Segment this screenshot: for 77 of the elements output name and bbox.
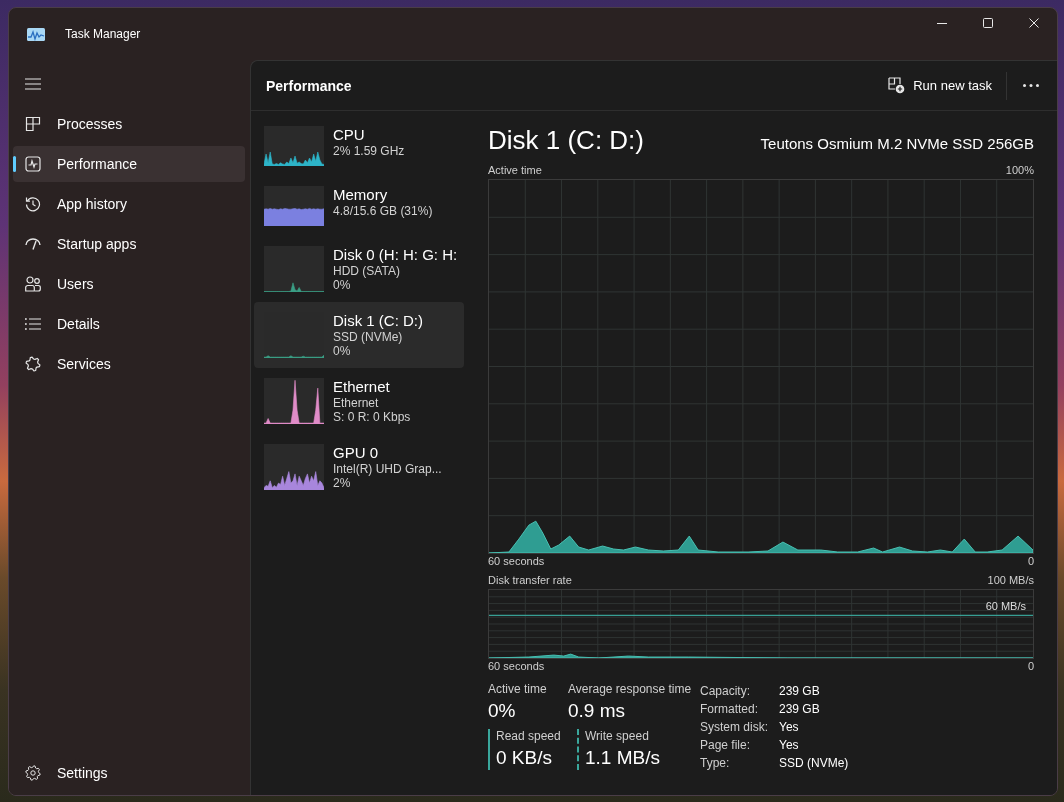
property-label: Capacity: (700, 683, 752, 700)
property-value: 239 GB (779, 683, 821, 700)
grid-icon (25, 116, 41, 132)
resource-detail: S: 0 R: 0 Kbps (333, 410, 411, 424)
speed-value: 0 KB/s (496, 746, 553, 770)
graph-label: Active time (488, 163, 542, 177)
add-window-icon (888, 77, 906, 94)
resource-item[interactable]: Disk 0 (H: H: G: H: HDD (SATA) 0% (254, 236, 464, 302)
graph-max-label: 100 MB/s (987, 573, 1034, 587)
resource-name: GPU 0 (333, 444, 379, 462)
resource-item[interactable]: GPU 0 Intel(R) UHD Grap... 2% (254, 434, 464, 500)
property-value: Yes (779, 719, 800, 736)
stat-label: Active time (488, 682, 548, 697)
settings-item[interactable]: Settings (13, 755, 245, 791)
resource-detail: 2% (333, 476, 352, 490)
stat-value: 0% (488, 699, 517, 723)
minimize-icon (937, 22, 947, 24)
users-icon (25, 276, 41, 292)
speed-label: Read speed (496, 729, 562, 744)
window-title: Task Manager (65, 27, 141, 41)
speed-label: Write speed (585, 729, 650, 744)
list-icon (25, 318, 41, 330)
resource-name: Disk 0 (H: H: G: H: (333, 246, 454, 264)
resource-item[interactable]: CPU 2% 1.59 GHz (254, 116, 464, 176)
nav-item[interactable]: Startup apps (13, 226, 245, 262)
nav-item[interactable]: Users (13, 266, 245, 302)
resource-detail: Intel(R) UHD Grap... (333, 462, 442, 476)
time-span-label: 60 seconds (488, 659, 545, 673)
disk-model: Teutons Osmium M.2 NVMe SSD 256GB (760, 135, 1034, 152)
disk-title: Disk 1 (C: D:) (488, 125, 644, 156)
property-label: Page file: (700, 737, 752, 754)
resource-name: Ethernet (333, 378, 391, 396)
property-label: Formatted: (700, 701, 760, 718)
nav-item[interactable]: App history (13, 186, 245, 222)
resource-detail: 4.8/15.6 GB (31%) (333, 204, 433, 218)
graph-max-label: 100% (1005, 163, 1034, 177)
page-title: Performance (266, 77, 352, 94)
time-span-label: 60 seconds (488, 554, 545, 568)
maximize-icon (983, 18, 993, 28)
resource-detail: 0% (333, 278, 352, 292)
history-icon (25, 196, 41, 212)
nav-item[interactable]: Processes (13, 106, 245, 142)
resource-detail: HDD (SATA) (333, 264, 401, 278)
property-label: System disk: (700, 719, 769, 736)
chart-icon (27, 27, 45, 41)
close-icon (1029, 18, 1039, 28)
property-value: 239 GB (779, 701, 821, 718)
resource-detail: 0% (333, 344, 352, 358)
cog-icon (25, 356, 41, 372)
resource-name: CPU (333, 126, 366, 144)
reference-label: 60 MB/s (985, 599, 1026, 613)
stat-value: 0.9 ms (568, 699, 627, 723)
settings-icon (25, 765, 41, 781)
resource-detail: SSD (NVMe) (333, 330, 404, 344)
graph-label: Disk transfer rate (488, 573, 572, 587)
pulse-icon (25, 156, 41, 172)
speedometer-icon (25, 238, 41, 250)
property-value: Yes (779, 737, 800, 754)
graph-min-label: 0 (1027, 554, 1034, 568)
run-new-task-button[interactable]: Run new task (880, 71, 1000, 100)
speed-value: 1.1 MB/s (585, 746, 660, 770)
nav-item[interactable]: Services (13, 346, 245, 382)
nav-item[interactable]: Details (13, 306, 245, 342)
resource-detail: Ethernet (333, 396, 380, 410)
resource-item[interactable]: Memory 4.8/15.6 GB (31%) (254, 176, 464, 236)
resource-detail: 2% 1.59 GHz (333, 144, 405, 158)
more-icon (1023, 84, 1039, 87)
menu-icon (25, 78, 41, 90)
stat-label: Average response time (568, 682, 692, 697)
resource-item[interactable]: Disk 1 (C: D:) SSD (NVMe) 0% (254, 302, 464, 368)
resource-item[interactable]: Ethernet Ethernet S: 0 R: 0 Kbps (254, 368, 464, 434)
property-value: SSD (NVMe) (779, 755, 849, 772)
property-label: Type: (700, 755, 731, 772)
resource-name: Disk 1 (C: D:) (333, 312, 423, 330)
nav-item[interactable]: Performance (13, 146, 245, 182)
resource-name: Memory (333, 186, 389, 204)
graph-min-label: 0 (1027, 659, 1034, 673)
